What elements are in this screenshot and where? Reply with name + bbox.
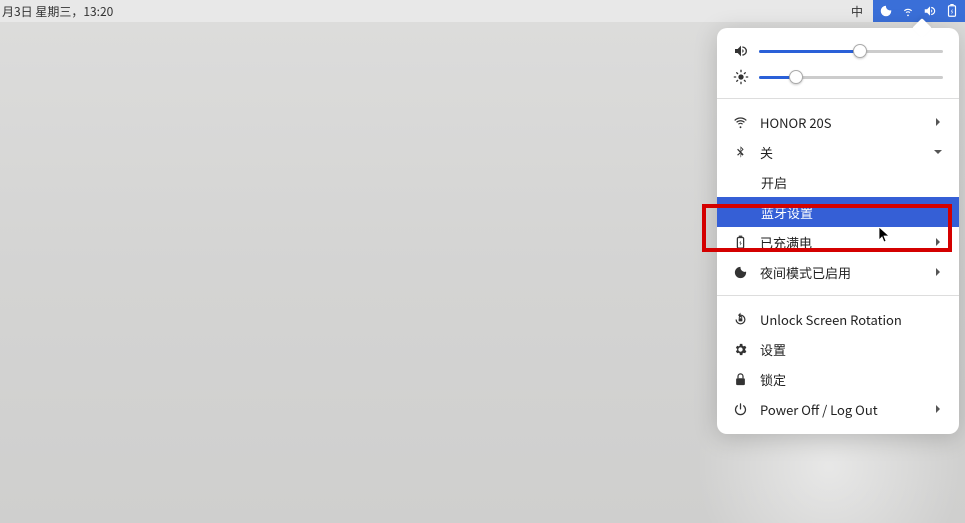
bluetooth-settings-label: 蓝牙设置	[761, 203, 943, 222]
battery-label: 已充满电	[760, 233, 921, 252]
lock-label: 锁定	[760, 370, 943, 389]
wifi-icon	[901, 4, 915, 18]
night-icon	[879, 4, 893, 18]
gear-icon	[733, 342, 748, 357]
volume-icon	[733, 43, 749, 59]
top-bar: 月3日 星期三，13:20 中	[0, 0, 965, 22]
power-label: Power Off / Log Out	[760, 400, 921, 419]
power-menu-item[interactable]: Power Off / Log Out	[717, 394, 959, 424]
divider	[717, 295, 959, 296]
power-icon	[733, 402, 748, 417]
system-menu-panel: HONOR 20S 关 开启 蓝牙设置 已充满电 夜间模式已启用 Unlock …	[717, 28, 959, 434]
volume-slider-fill	[759, 50, 860, 53]
brightness-slider-thumb[interactable]	[789, 70, 803, 84]
divider	[717, 98, 959, 99]
brightness-icon	[733, 69, 749, 85]
settings-label: 设置	[760, 340, 943, 359]
bluetooth-label: 关	[760, 143, 921, 162]
brightness-slider[interactable]	[759, 76, 943, 79]
chevron-right-icon	[933, 404, 943, 414]
bluetooth-turn-on-label: 开启	[761, 173, 943, 192]
ime-indicator[interactable]: 中	[841, 0, 873, 22]
system-tray[interactable]	[873, 0, 965, 22]
bluetooth-menu-item[interactable]: 关	[717, 137, 959, 167]
battery-icon	[733, 235, 748, 250]
bluetooth-settings-item[interactable]: 蓝牙设置	[717, 197, 959, 227]
night-mode-menu-item[interactable]: 夜间模式已启用	[717, 257, 959, 287]
settings-menu-item[interactable]: 设置	[717, 334, 959, 364]
rotation-menu-item[interactable]: Unlock Screen Rotation	[717, 304, 959, 334]
lock-menu-item[interactable]: 锁定	[717, 364, 959, 394]
wifi-icon	[733, 115, 748, 130]
wifi-menu-item[interactable]: HONOR 20S	[717, 107, 959, 137]
night-mode-label: 夜间模式已启用	[760, 263, 921, 282]
lock-icon	[733, 372, 748, 387]
volume-slider-row	[717, 38, 959, 64]
volume-icon	[923, 4, 937, 18]
volume-slider-thumb[interactable]	[853, 44, 867, 58]
brightness-slider-row	[717, 64, 959, 90]
wifi-label: HONOR 20S	[760, 113, 921, 132]
night-icon	[733, 265, 748, 280]
chevron-down-icon	[933, 147, 943, 157]
bluetooth-turn-on-item[interactable]: 开启	[717, 167, 959, 197]
battery-menu-item[interactable]: 已充满电	[717, 227, 959, 257]
bluetooth-icon	[733, 145, 748, 160]
chevron-right-icon	[933, 267, 943, 277]
rotation-lock-icon	[733, 312, 748, 327]
chevron-right-icon	[933, 237, 943, 247]
topbar-datetime: 月3日 星期三，13:20	[0, 3, 113, 20]
volume-slider[interactable]	[759, 50, 943, 53]
rotation-label: Unlock Screen Rotation	[760, 310, 943, 329]
chevron-right-icon	[933, 117, 943, 127]
battery-icon	[945, 4, 959, 18]
